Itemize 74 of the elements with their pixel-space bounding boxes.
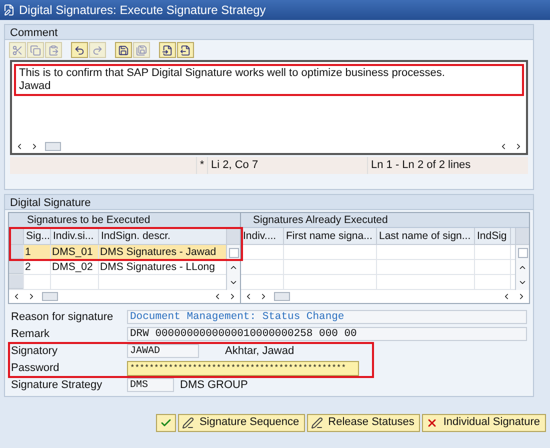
group-header: Digital Signature bbox=[5, 195, 533, 210]
cursor-position: Li 2, Co 7 bbox=[207, 157, 367, 174]
scroll-thumb[interactable] bbox=[42, 292, 58, 301]
comment-line: This is to confirm that SAP Digital Signature works well to optimize business processes. bbox=[19, 67, 446, 80]
scroll-up-icon[interactable] bbox=[518, 263, 527, 272]
column-header[interactable]: IndSig bbox=[475, 228, 511, 244]
field-label: Signatory bbox=[11, 344, 58, 359]
scroll-left-icon[interactable] bbox=[12, 292, 21, 301]
import-icon[interactable] bbox=[159, 42, 176, 58]
field-label: Signature Strategy bbox=[11, 378, 104, 393]
action-button[interactable]: Signature Sequence bbox=[178, 414, 306, 432]
undo-icon[interactable] bbox=[71, 42, 88, 58]
row-selector[interactable] bbox=[9, 260, 23, 274]
scroll-right-icon[interactable] bbox=[228, 292, 237, 301]
table-title: Signatures Already Executed bbox=[241, 213, 529, 228]
action-button[interactable]: Release Statuses bbox=[307, 414, 420, 432]
save-icon[interactable] bbox=[115, 42, 132, 58]
confirm-button[interactable] bbox=[156, 414, 176, 432]
field-label: Remark bbox=[11, 326, 51, 342]
table-cell: DMS Signatures - LLong bbox=[98, 260, 223, 274]
column-header[interactable]: IndSign. descr. bbox=[98, 228, 223, 244]
table-title: Signatures to be Executed bbox=[9, 213, 240, 228]
field-value: Document Management: Status Change bbox=[127, 310, 527, 324]
field-value: DMS bbox=[127, 378, 174, 392]
scroll-thumb[interactable] bbox=[274, 292, 290, 301]
table-row[interactable]: 2 DMS_02 DMS Signatures - LLong bbox=[9, 260, 226, 275]
scroll-right-icon[interactable] bbox=[514, 142, 523, 151]
document-icon bbox=[3, 4, 15, 16]
column-header[interactable]: Last name of sign... bbox=[377, 228, 475, 244]
signature-icon bbox=[311, 416, 324, 428]
group-header: Comment bbox=[5, 25, 533, 40]
column-header[interactable]: First name signa... bbox=[284, 228, 377, 244]
table-cell: 1 bbox=[23, 245, 50, 259]
comment-line: Jawad bbox=[19, 80, 52, 93]
password-field[interactable]: ********************************************* bbox=[127, 360, 359, 376]
table-row[interactable]: 1 DMS_01 DMS Signatures - Jawad bbox=[9, 245, 226, 260]
window-title: Digital Signatures: Execute Signature Strategy bbox=[19, 2, 266, 19]
cross-icon bbox=[426, 416, 438, 428]
scroll-left-icon[interactable] bbox=[499, 142, 508, 151]
field-label: Reason for signature bbox=[11, 310, 114, 325]
scroll-right-icon[interactable] bbox=[30, 142, 39, 151]
text-editor[interactable]: This is to confirm that SAP Digital Signature works well to optimize business processes. Jawad bbox=[10, 60, 528, 155]
field-value: JAWAD bbox=[127, 344, 199, 358]
table-cell: DMS_02 bbox=[50, 260, 98, 274]
modified-indicator: * bbox=[196, 157, 207, 174]
scroll-thumb[interactable] bbox=[518, 248, 528, 258]
table-cell: DMS Signatures - Jawad bbox=[98, 245, 223, 259]
scroll-right-icon[interactable] bbox=[27, 292, 36, 301]
scroll-up-icon[interactable] bbox=[229, 263, 238, 272]
action-button[interactable]: Individual Signature bbox=[422, 414, 546, 432]
line-range: Ln 1 - Ln 2 of 2 lines bbox=[367, 157, 528, 174]
scroll-thumb[interactable] bbox=[45, 142, 61, 151]
scroll-right-icon[interactable] bbox=[517, 292, 526, 301]
field-value: DRW 0000000000000010000000258 000 00 bbox=[127, 327, 527, 341]
table-cell: DMS_01 bbox=[50, 245, 98, 259]
scroll-thumb[interactable] bbox=[228, 248, 238, 258]
scroll-right-icon[interactable] bbox=[259, 292, 268, 301]
scroll-left-icon[interactable] bbox=[15, 142, 24, 151]
check-icon bbox=[160, 416, 172, 428]
scroll-left-icon[interactable] bbox=[213, 292, 222, 301]
field-description: Akhtar, Jawad bbox=[225, 344, 294, 359]
column-header[interactable]: Indiv.... bbox=[241, 228, 284, 244]
scroll-down-icon[interactable] bbox=[518, 278, 527, 287]
scroll-left-icon[interactable] bbox=[502, 292, 511, 301]
scroll-left-icon[interactable] bbox=[244, 292, 253, 301]
column-header[interactable]: Sig... bbox=[23, 228, 50, 244]
signature-icon bbox=[182, 416, 194, 428]
field-description: DMS GROUP bbox=[180, 378, 248, 393]
field-label: Password bbox=[11, 360, 60, 376]
table-cell: 2 bbox=[23, 260, 50, 274]
column-header[interactable]: Indiv.si... bbox=[50, 228, 98, 244]
scroll-down-icon[interactable] bbox=[229, 278, 238, 287]
export-icon[interactable] bbox=[177, 42, 194, 58]
column-settings-button[interactable] bbox=[227, 228, 240, 245]
